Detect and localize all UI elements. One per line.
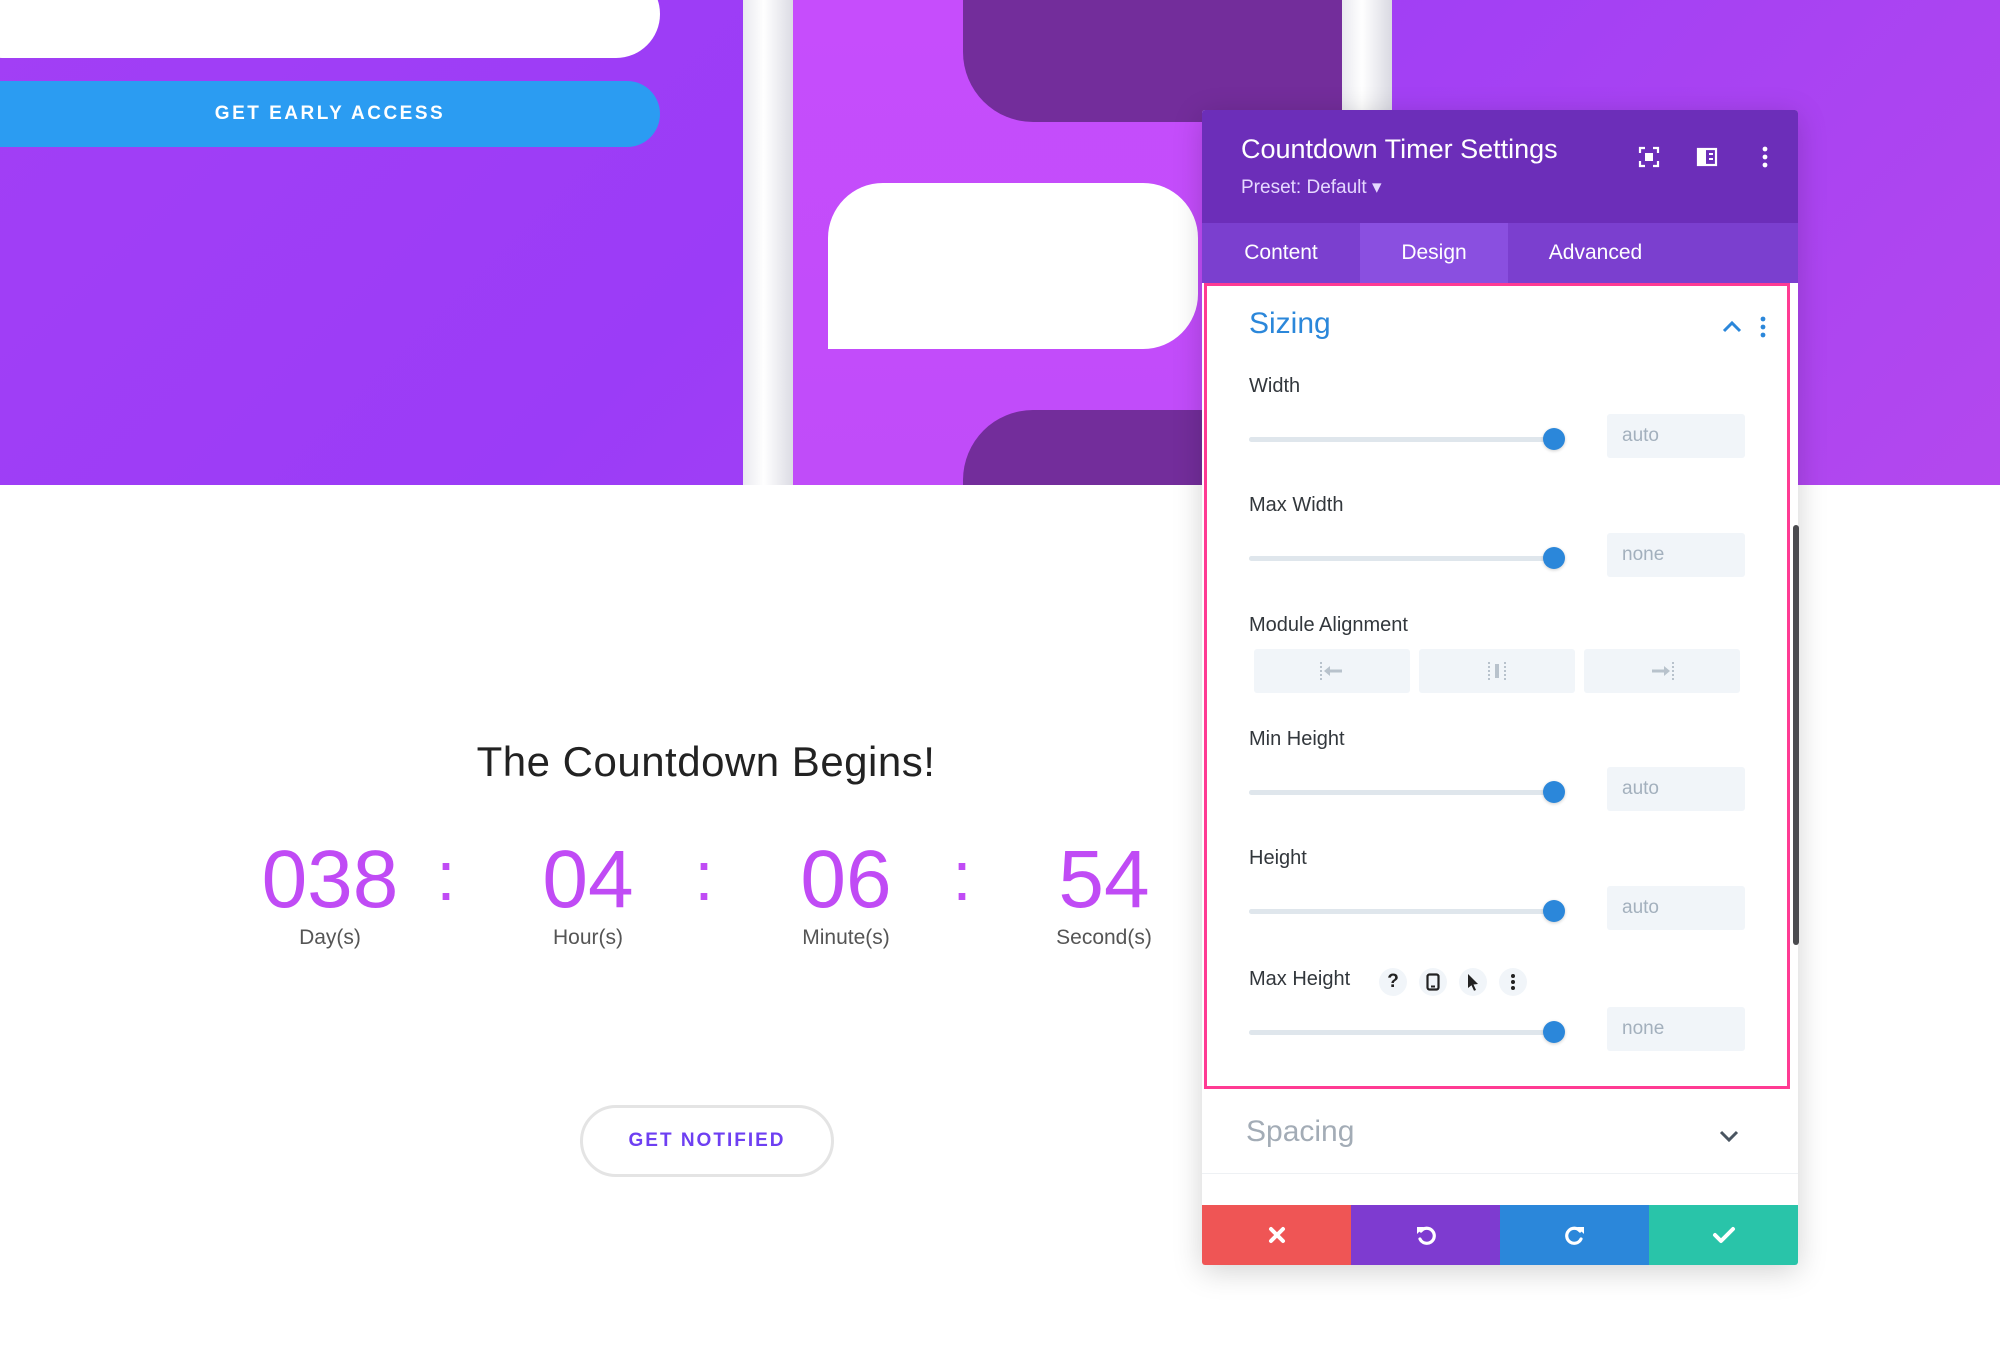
- tab-design[interactable]: Design: [1360, 223, 1508, 283]
- width-label: Width: [1249, 375, 1301, 397]
- height-label: Height: [1249, 847, 1307, 869]
- close-icon: [1268, 1227, 1285, 1243]
- width-slider-fill: [1249, 437, 1554, 442]
- chat-bubble-white: [828, 183, 1198, 349]
- get-early-access-label: GET EARLY ACCESS: [214, 103, 446, 124]
- undo-button[interactable]: [1351, 1205, 1500, 1265]
- max-height-slider-fill: [1249, 1030, 1554, 1035]
- tab-advanced[interactable]: Advanced: [1508, 223, 1683, 283]
- get-early-access-button[interactable]: GET EARLY ACCESS: [0, 81, 660, 147]
- focus-icon[interactable]: [1634, 142, 1664, 172]
- modal-tabs: Content Design Advanced: [1202, 223, 1798, 283]
- responsive-phone-icon[interactable]: [1419, 968, 1447, 996]
- sizing-section: Sizing Width auto Max Width none Module …: [1204, 283, 1790, 1089]
- height-slider-handle[interactable]: [1543, 900, 1565, 922]
- height-slider-fill: [1249, 909, 1554, 914]
- countdown-separator: :: [952, 837, 972, 915]
- min-height-slider-fill: [1249, 790, 1554, 795]
- countdown-separator: :: [694, 837, 714, 915]
- align-right-icon: [1652, 662, 1674, 680]
- settings-modal: Countdown Timer Settings Preset: Default…: [1202, 110, 1798, 1265]
- countdown-minutes-value: 06: [800, 834, 892, 925]
- chevron-up-icon[interactable]: [1721, 320, 1743, 334]
- max-width-label: Max Width: [1249, 494, 1344, 516]
- countdown-hours-value: 04: [542, 834, 634, 925]
- module-alignment-label: Module Alignment: [1249, 614, 1408, 636]
- align-right-button[interactable]: [1584, 649, 1740, 693]
- tab-content[interactable]: Content: [1202, 223, 1360, 283]
- countdown-days-value: 038: [261, 834, 399, 925]
- chevron-down-icon[interactable]: [1718, 1129, 1740, 1143]
- min-height-slider-handle[interactable]: [1543, 781, 1565, 803]
- save-button[interactable]: [1649, 1205, 1798, 1265]
- max-height-input[interactable]: none: [1607, 1007, 1745, 1051]
- max-width-input[interactable]: none: [1607, 533, 1745, 577]
- cancel-button[interactable]: [1202, 1205, 1351, 1265]
- more-vertical-icon[interactable]: [1750, 142, 1780, 172]
- section-more-icon[interactable]: [1759, 316, 1767, 338]
- width-slider-handle[interactable]: [1543, 428, 1565, 450]
- countdown-seconds-label: Second(s): [1056, 926, 1152, 949]
- max-width-slider[interactable]: [1249, 547, 1565, 569]
- get-notified-button[interactable]: GET NOTIFIED: [580, 1105, 834, 1177]
- undo-icon: [1416, 1226, 1436, 1245]
- countdown-timer[interactable]: 038 Day(s) : 04 Hour(s) : 06 Minute(s) :…: [240, 832, 1152, 962]
- min-height-slider[interactable]: [1249, 781, 1565, 803]
- modal-header: Countdown Timer Settings Preset: Default…: [1202, 110, 1798, 223]
- width-input[interactable]: auto: [1607, 414, 1745, 458]
- height-slider[interactable]: [1249, 900, 1565, 922]
- countdown-unit-days: 038 Day(s): [240, 832, 420, 950]
- align-left-button[interactable]: [1254, 649, 1410, 693]
- preset-dropdown[interactable]: Preset: Default ▾: [1241, 176, 1382, 199]
- hover-cursor-icon[interactable]: [1459, 968, 1487, 996]
- countdown-seconds-value: 54: [1058, 834, 1150, 925]
- max-height-slider-handle[interactable]: [1543, 1021, 1565, 1043]
- height-input[interactable]: auto: [1607, 886, 1745, 930]
- min-height-label: Min Height: [1249, 728, 1345, 750]
- min-height-input[interactable]: auto: [1607, 767, 1745, 811]
- modal-scrollbar[interactable]: [1793, 525, 1799, 945]
- chat-bubble-dark-top: [963, 0, 1344, 122]
- max-width-slider-fill: [1249, 556, 1554, 561]
- max-height-slider[interactable]: [1249, 1021, 1565, 1043]
- countdown-unit-minutes: 06 Minute(s): [756, 832, 936, 950]
- redo-button[interactable]: [1500, 1205, 1649, 1265]
- align-center-button[interactable]: [1419, 649, 1575, 693]
- field-more-icon[interactable]: [1499, 968, 1527, 996]
- get-notified-label: GET NOTIFIED: [628, 1130, 786, 1151]
- countdown-hours-label: Hour(s): [552, 926, 623, 949]
- phone-frame-left: [743, 0, 795, 485]
- countdown-unit-seconds: 54 Second(s): [1014, 832, 1194, 950]
- align-left-icon: [1320, 662, 1342, 680]
- max-width-slider-handle[interactable]: [1543, 547, 1565, 569]
- align-center-icon: [1488, 662, 1506, 680]
- email-input[interactable]: [0, 0, 660, 58]
- countdown-headline: The Countdown Begins!: [476, 738, 936, 785]
- spacing-section-title[interactable]: Spacing: [1246, 1115, 1354, 1149]
- countdown-minutes-label: Minute(s): [802, 926, 890, 949]
- countdown-days-label: Day(s): [299, 926, 361, 949]
- split-view-icon[interactable]: [1692, 142, 1722, 172]
- width-slider[interactable]: [1249, 428, 1565, 450]
- spacing-section[interactable]: Spacing: [1202, 1093, 1798, 1174]
- help-icon[interactable]: ?: [1379, 968, 1407, 996]
- countdown-unit-hours: 04 Hour(s): [498, 832, 678, 950]
- check-icon: [1712, 1227, 1735, 1243]
- redo-icon: [1564, 1226, 1584, 1245]
- modal-footer: [1202, 1205, 1798, 1265]
- modal-title: Countdown Timer Settings: [1241, 134, 1558, 164]
- countdown-separator: :: [436, 837, 456, 915]
- sizing-section-title[interactable]: Sizing: [1249, 307, 1331, 341]
- max-height-label: Max Height: [1249, 968, 1351, 990]
